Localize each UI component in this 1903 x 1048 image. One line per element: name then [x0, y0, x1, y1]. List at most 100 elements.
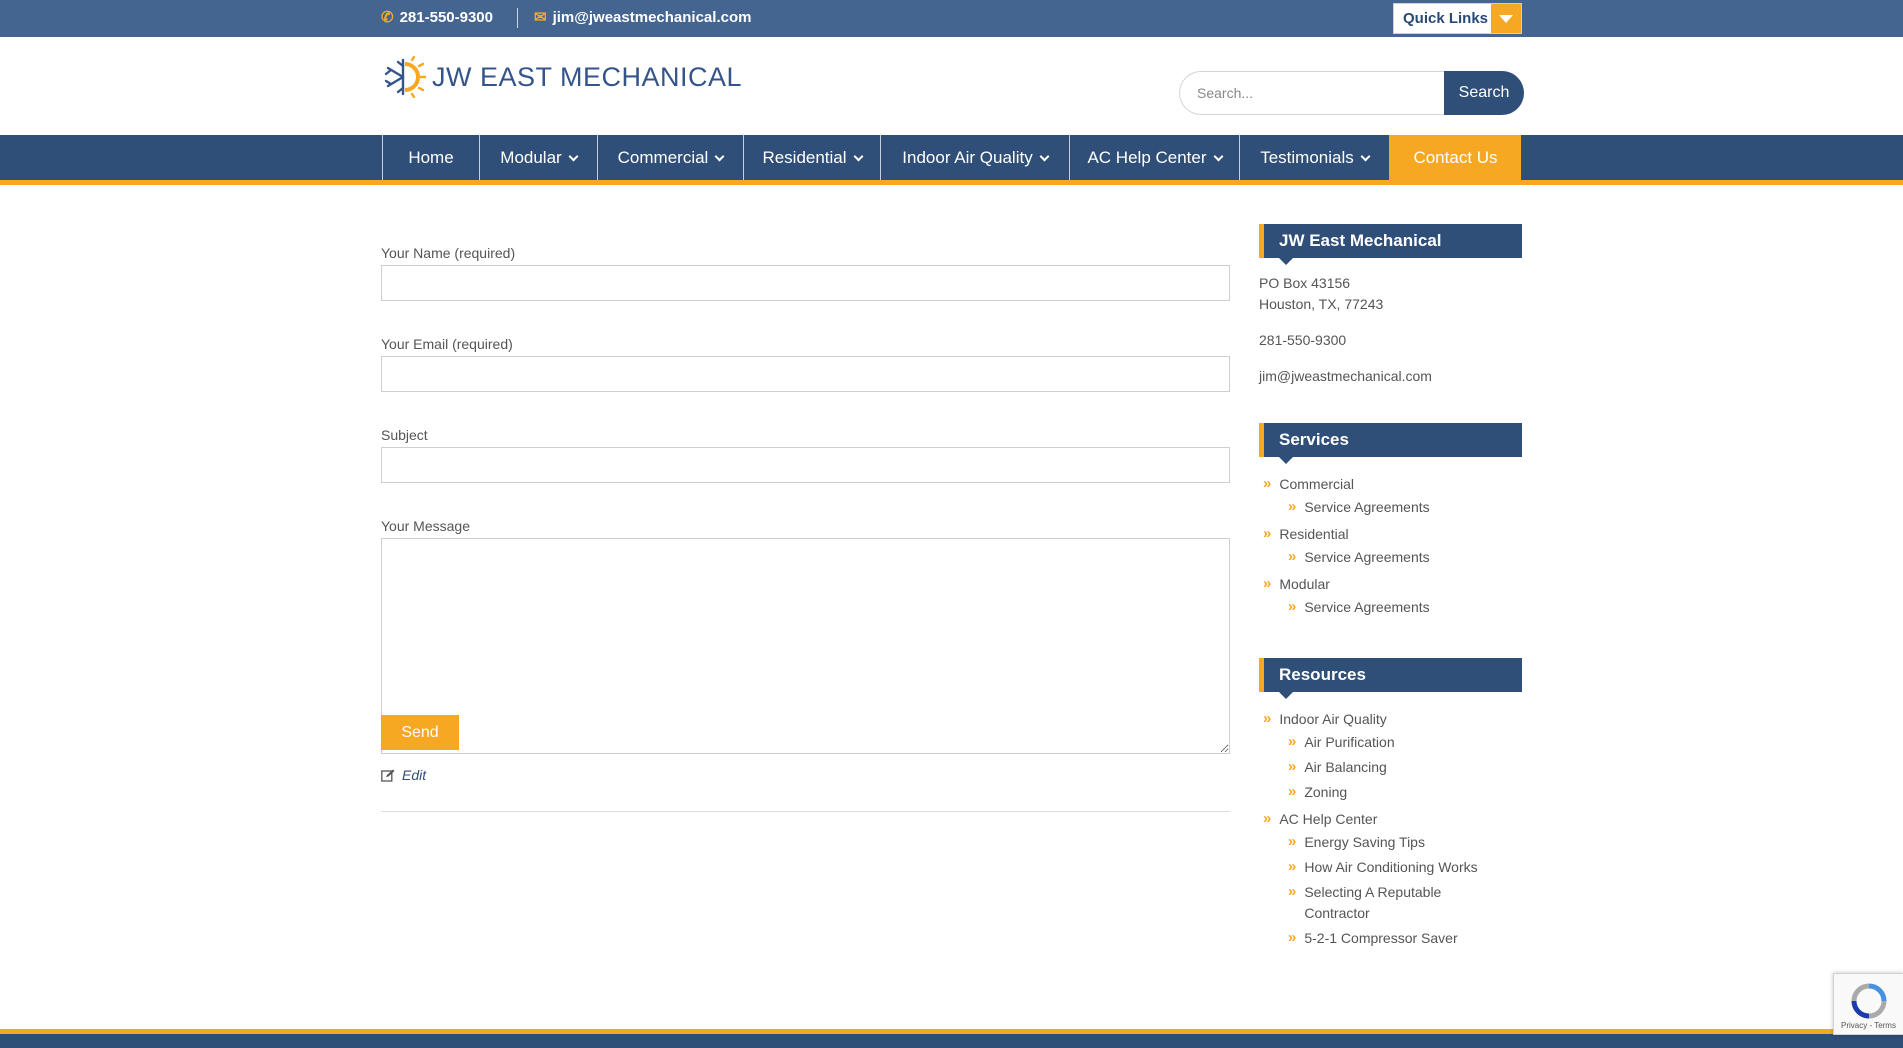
- resource-sub-link[interactable]: » Zoning: [1288, 782, 1347, 803]
- resource-sub-label: Air Balancing: [1304, 759, 1387, 775]
- resource-sub-label: How Air Conditioning Works: [1304, 859, 1478, 875]
- nav-item-label: Home: [408, 147, 454, 167]
- search-input[interactable]: [1179, 71, 1444, 115]
- chevron-down-icon: [714, 151, 725, 161]
- double-chevron-right-icon: »: [1288, 883, 1297, 900]
- double-chevron-right-icon: »: [1263, 575, 1272, 592]
- resource-sub-label: Energy Saving Tips: [1304, 834, 1425, 850]
- resource-sub-label: Zoning: [1304, 784, 1348, 800]
- nav-item-modular[interactable]: Modular: [479, 135, 597, 180]
- resource-sub-label: Selecting A Reputable Contractor: [1304, 884, 1442, 921]
- company-email[interactable]: jim@jweastmechanical.com: [1259, 366, 1432, 387]
- nav-item-contact-us[interactable]: Contact Us: [1389, 135, 1521, 180]
- chevron-down-icon: [853, 151, 863, 161]
- phone-icon: ✆: [381, 9, 394, 26]
- resource-sub-label: Air Purification: [1304, 734, 1395, 750]
- nav-item-residential[interactable]: Residential: [743, 135, 880, 180]
- service-label: Residential: [1279, 526, 1349, 542]
- service-sub-link[interactable]: » Service Agreements: [1288, 547, 1430, 568]
- resource-sub-link[interactable]: » Energy Saving Tips: [1288, 832, 1425, 853]
- resource-link-indoor-air-quality[interactable]: » Indoor Air Quality: [1263, 709, 1387, 730]
- snowflake-sun-logo-icon: [384, 56, 426, 98]
- resource-sub-link[interactable]: » How Air Conditioning Works: [1288, 857, 1478, 878]
- topbar-separator: [517, 8, 518, 28]
- recaptcha-icon: [1851, 983, 1887, 1019]
- service-sub-link[interactable]: » Service Agreements: [1288, 497, 1430, 518]
- name-field[interactable]: [381, 265, 1230, 301]
- main-navigation: Home Modular Commercial Residential Indo…: [0, 135, 1903, 180]
- services-widget-title: Services: [1259, 423, 1522, 464]
- subject-label: Subject: [381, 427, 428, 443]
- double-chevron-right-icon: »: [1263, 710, 1272, 727]
- service-sub-link[interactable]: » Service Agreements: [1288, 597, 1430, 618]
- company-widget-title: JW East Mechanical: [1259, 224, 1522, 265]
- service-sub-label: Service Agreements: [1304, 549, 1430, 565]
- service-link-residential[interactable]: » Residential: [1263, 524, 1349, 545]
- nav-item-label: Contact Us: [1413, 147, 1498, 167]
- address-line-2: Houston, TX, 77243: [1259, 296, 1384, 312]
- site-logo[interactable]: JW EAST MECHANICAL: [382, 56, 742, 98]
- email-field[interactable]: [381, 356, 1230, 392]
- form-divider: [381, 811, 1230, 812]
- resource-sub-link[interactable]: » Air Purification: [1288, 732, 1395, 753]
- search-button[interactable]: Search: [1444, 71, 1524, 115]
- nav-item-testimonials[interactable]: Testimonials: [1239, 135, 1389, 180]
- resource-label: Indoor Air Quality: [1279, 711, 1387, 727]
- service-label: Modular: [1279, 576, 1330, 592]
- nav-item-label: Indoor Air Quality: [902, 147, 1033, 167]
- service-link-modular[interactable]: » Modular: [1263, 574, 1330, 595]
- double-chevron-right-icon: »: [1263, 525, 1272, 542]
- double-chevron-right-icon: »: [1288, 929, 1297, 946]
- footer: [0, 1034, 1903, 1048]
- double-chevron-right-icon: »: [1288, 858, 1297, 875]
- topbar-phone-text: 281-550-9300: [399, 8, 493, 26]
- logo-text: JW EAST MECHANICAL: [432, 61, 743, 92]
- nav-item-label: AC Help Center: [1087, 147, 1207, 167]
- nav-item-ac-help-center[interactable]: AC Help Center: [1069, 135, 1239, 180]
- service-sub-label: Service Agreements: [1304, 599, 1430, 615]
- resource-sub-link[interactable]: » Selecting A Reputable Contractor: [1288, 882, 1488, 924]
- edit-label: Edit: [402, 767, 427, 783]
- address-line-1: PO Box 43156: [1259, 275, 1351, 291]
- email-label: Your Email (required): [381, 336, 513, 352]
- send-button[interactable]: Send: [381, 715, 459, 750]
- resource-sub-link[interactable]: » Air Balancing: [1288, 757, 1387, 778]
- double-chevron-right-icon: »: [1288, 733, 1297, 750]
- topbar-email-link[interactable]: ✉ jim@jweastmechanical.com: [534, 8, 751, 27]
- company-address: PO Box 43156 Houston, TX, 77243: [1259, 273, 1383, 315]
- resource-label: AC Help Center: [1279, 811, 1378, 827]
- message-field[interactable]: [381, 538, 1230, 754]
- nav-item-home[interactable]: Home: [382, 135, 479, 180]
- nav-item-label: Residential: [762, 147, 847, 167]
- service-link-commercial[interactable]: » Commercial: [1263, 474, 1354, 495]
- chevron-down-icon: [1213, 151, 1223, 161]
- quick-links-dropdown[interactable]: Quick Links: [1393, 3, 1522, 34]
- name-label: Your Name (required): [381, 245, 516, 261]
- nav-item-indoor-air-quality[interactable]: Indoor Air Quality: [880, 135, 1069, 180]
- topbar-phone-link[interactable]: ✆ 281-550-9300: [381, 8, 493, 27]
- nav-item-label: Commercial: [617, 147, 709, 167]
- company-phone[interactable]: 281-550-9300: [1259, 330, 1346, 351]
- subject-field[interactable]: [381, 447, 1230, 483]
- chevron-down-icon: [1039, 151, 1050, 161]
- search-form: Search: [1179, 71, 1524, 115]
- chevron-down-icon: [568, 151, 579, 161]
- double-chevron-right-icon: »: [1263, 475, 1272, 492]
- quick-links-toggle[interactable]: [1491, 4, 1521, 33]
- double-chevron-right-icon: »: [1288, 498, 1297, 515]
- nav-item-commercial[interactable]: Commercial: [597, 135, 743, 180]
- double-chevron-right-icon: »: [1288, 598, 1297, 615]
- service-sub-label: Service Agreements: [1304, 499, 1430, 515]
- recaptcha-links[interactable]: Privacy - Terms: [1841, 1021, 1896, 1030]
- resource-sub-link[interactable]: » 5-2-1 Compressor Saver: [1288, 928, 1458, 949]
- top-bar: ✆ 281-550-9300 ✉ jim@jweastmechanical.co…: [0, 0, 1903, 37]
- caret-down-icon: [1499, 14, 1513, 23]
- double-chevron-right-icon: »: [1288, 833, 1297, 850]
- resource-link-ac-help-center[interactable]: » AC Help Center: [1263, 809, 1377, 830]
- edit-link[interactable]: Edit: [381, 767, 426, 783]
- quick-links-label: Quick Links: [1403, 10, 1489, 27]
- resource-sub-label: 5-2-1 Compressor Saver: [1304, 930, 1458, 946]
- double-chevron-right-icon: »: [1288, 783, 1297, 800]
- nav-accent-line: [0, 180, 1903, 185]
- recaptcha-badge[interactable]: Privacy - Terms: [1833, 973, 1903, 1035]
